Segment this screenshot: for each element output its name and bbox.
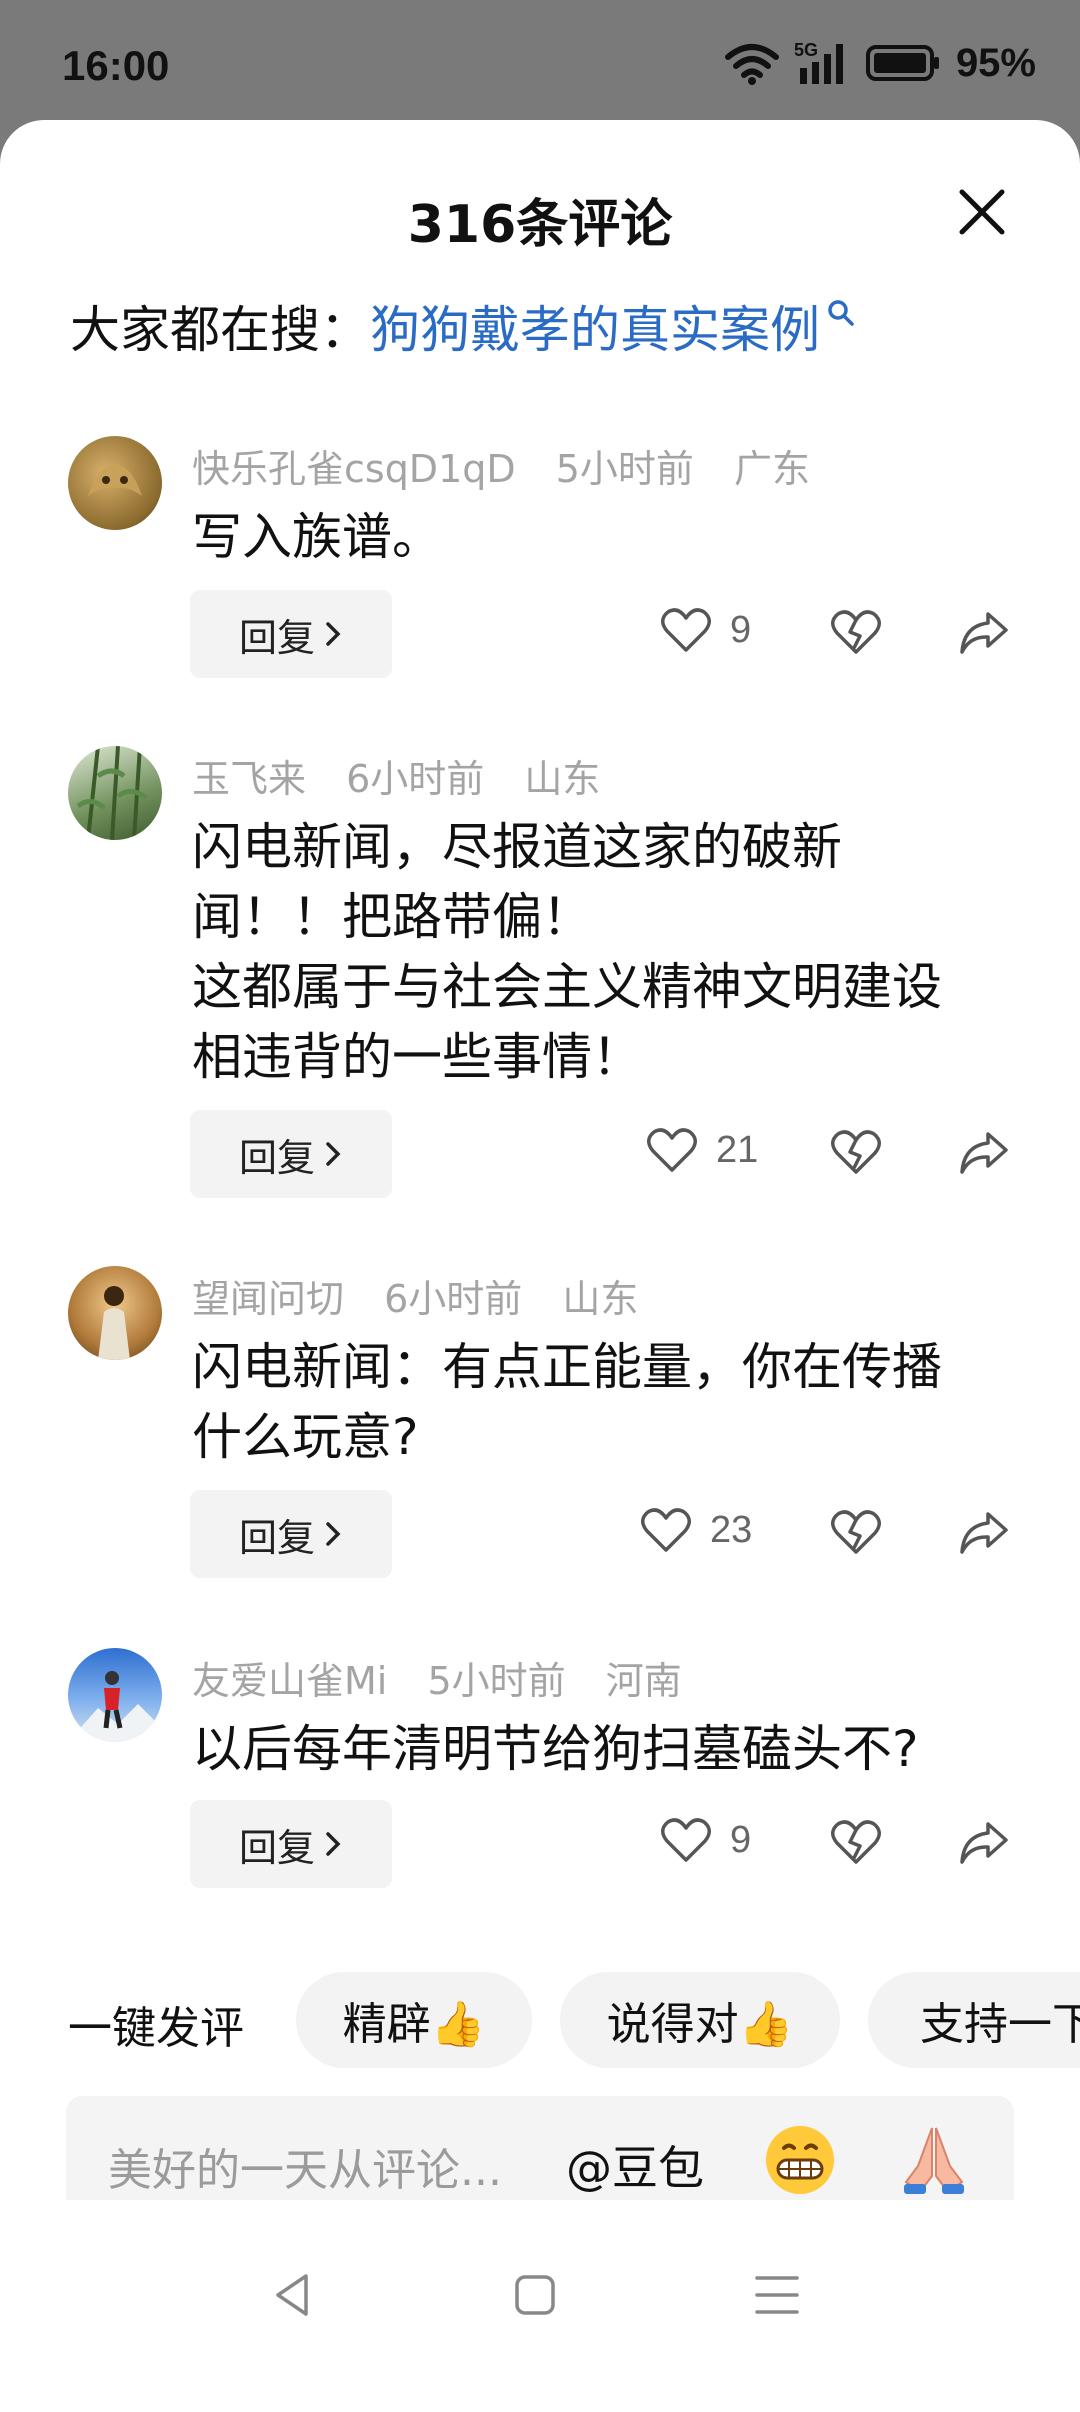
chevron-right-icon — [326, 1832, 341, 1856]
share-icon[interactable] — [958, 1506, 1010, 1558]
comment-text-line: 闪电新闻，尽报道这家的破新 — [192, 818, 842, 876]
menu-icon[interactable] — [752, 2270, 802, 2320]
comment-input[interactable]: 美好的一天从评论... — [108, 2134, 502, 2198]
comment-text-line: 什么玩意? — [192, 1408, 419, 1466]
comment-location: 河南 — [605, 1659, 682, 1703]
comment-meta: 友爱山雀Mi 5小时前 河南 — [192, 1650, 710, 1705]
status-indicators: 5G 95% — [724, 40, 1036, 86]
chevron-right-icon — [326, 1522, 341, 1546]
comment-time: 5小时前 — [555, 447, 694, 491]
comment-text-line: 闪电新闻：有点正能量，你在传播 — [192, 1338, 942, 1396]
comment-time: 5小时前 — [427, 1659, 566, 1703]
comment-location: 山东 — [562, 1277, 639, 1321]
comment-text-line: 这都属于与社会主义精神文明建设 — [192, 958, 942, 1016]
comment-meta: 玉飞来 6小时前 山东 — [192, 748, 628, 803]
dragon-avatar-image — [88, 464, 142, 496]
avatar[interactable] — [68, 1648, 162, 1742]
comment-meta: 快乐孔雀csqD1qD 5小时前 广东 — [192, 438, 838, 493]
reply-label: 回复 — [238, 615, 315, 660]
share-icon[interactable] — [958, 1816, 1010, 1868]
bamboo-avatar-image — [76, 746, 148, 840]
heart-icon — [661, 1818, 711, 1862]
reply-label: 回复 — [238, 1515, 315, 1560]
search-suggestion-prefix: 大家都在搜： — [70, 301, 370, 359]
comment-text-line: 写入族谱。 — [192, 508, 442, 566]
share-icon[interactable] — [958, 1126, 1010, 1178]
comment-text: 写入族谱。 — [192, 502, 1022, 572]
comment-meta: 望闻问切 6小时前 山东 — [192, 1268, 666, 1323]
avatar[interactable] — [68, 746, 162, 840]
search-icon — [828, 300, 854, 326]
status-bar: 16:00 5G 95% — [0, 0, 1080, 120]
battery-icon — [865, 45, 939, 81]
comment-username[interactable]: 友爱山雀Mi — [192, 1659, 387, 1703]
close-icon[interactable] — [954, 184, 1010, 240]
comment-username[interactable]: 快乐孔雀csqD1qD — [192, 447, 516, 491]
like-button[interactable]: 21 — [646, 1126, 758, 1174]
dislike-icon[interactable] — [830, 1126, 882, 1178]
dislike-icon[interactable] — [830, 1506, 882, 1558]
reply-button[interactable]: 回复 — [190, 1800, 392, 1888]
chevron-right-icon — [326, 1142, 341, 1166]
network-label: 5G — [794, 40, 818, 60]
wifi-icon — [724, 44, 779, 85]
battery-percent: 95% — [955, 40, 1036, 85]
mountain-climber-avatar-image — [68, 1671, 162, 1742]
grin-emoji-icon[interactable] — [762, 2122, 838, 2198]
heart-icon — [647, 1128, 697, 1172]
status-time: 16:00 — [62, 42, 170, 89]
like-count: 9 — [730, 1818, 752, 1861]
comment-text-line: 以后每年清明节给狗扫墓磕头不? — [192, 1720, 919, 1778]
quick-comment-label: 一键发评 — [68, 2003, 244, 2054]
comment-location: 广东 — [734, 447, 811, 491]
dislike-icon[interactable] — [830, 1816, 882, 1868]
share-icon[interactable] — [958, 606, 1010, 658]
like-button[interactable]: 9 — [660, 606, 751, 654]
mention-button[interactable]: @豆包 — [566, 2132, 704, 2198]
search-suggestion: 大家都在搜： 狗狗戴孝的真实案例 — [70, 290, 856, 362]
quick-comment-row: 一键发评 精辟👍 说得对👍 支持一下 — [0, 1972, 1080, 2068]
comment-sheet: 316条评论 大家都在搜： 狗狗戴孝的真实案例 快乐孔雀csqD1qD 5小时前… — [0, 120, 1080, 2412]
reply-button[interactable]: 回复 — [190, 1110, 392, 1198]
comment-text-line: 相违背的一些事情！ — [192, 1028, 642, 1086]
dislike-icon[interactable] — [830, 606, 882, 658]
search-suggestion-link[interactable]: 狗狗戴孝的真实案例 — [370, 290, 820, 362]
reply-button[interactable]: 回复 — [190, 1490, 392, 1578]
heart-icon — [661, 608, 711, 652]
comment-text: 以后每年清明节给狗扫墓磕头不? — [192, 1714, 1022, 1784]
reply-button[interactable]: 回复 — [190, 590, 392, 678]
avatar[interactable] — [68, 436, 162, 530]
comment-text: 闪电新闻：有点正能量，你在传播 什么玩意? — [192, 1332, 1022, 1472]
like-button[interactable]: 23 — [640, 1506, 752, 1554]
like-count: 21 — [716, 1128, 759, 1171]
home-icon[interactable] — [510, 2270, 560, 2320]
chevron-right-icon — [326, 622, 341, 646]
comment-text: 闪电新闻，尽报道这家的破新 闻！！把路带偏！ 这都属于与社会主义精神文明建设 相… — [192, 812, 1022, 1092]
comment-text-line: 闻！！把路带偏！ — [192, 888, 592, 946]
avatar[interactable] — [68, 1266, 162, 1360]
heart-icon — [641, 1508, 691, 1552]
like-count: 23 — [710, 1508, 753, 1551]
comment-username[interactable]: 玉飞来 — [192, 757, 306, 801]
comment-count-title: 316条评论 — [407, 195, 673, 255]
reply-label: 回复 — [238, 1135, 315, 1180]
signal-icon: 5G — [794, 40, 843, 84]
like-button[interactable]: 9 — [660, 1816, 751, 1864]
like-count: 9 — [730, 608, 752, 651]
praying-hands-emoji-icon[interactable] — [896, 2122, 972, 2198]
comment-time: 6小时前 — [346, 757, 485, 801]
comment-time: 6小时前 — [384, 1277, 523, 1321]
back-icon[interactable] — [268, 2270, 318, 2320]
quick-comment-chip[interactable]: 精辟👍 — [296, 1972, 532, 2068]
comment-location: 山东 — [524, 757, 601, 801]
comment-username[interactable]: 望闻问切 — [192, 1277, 344, 1321]
quick-comment-chip[interactable]: 支持一下 — [868, 1972, 1080, 2068]
reply-label: 回复 — [238, 1825, 315, 1870]
quick-comment-chip[interactable]: 说得对👍 — [560, 1972, 840, 2068]
figure-avatar-image — [98, 1286, 130, 1360]
system-navigation-bar — [0, 2200, 1080, 2412]
